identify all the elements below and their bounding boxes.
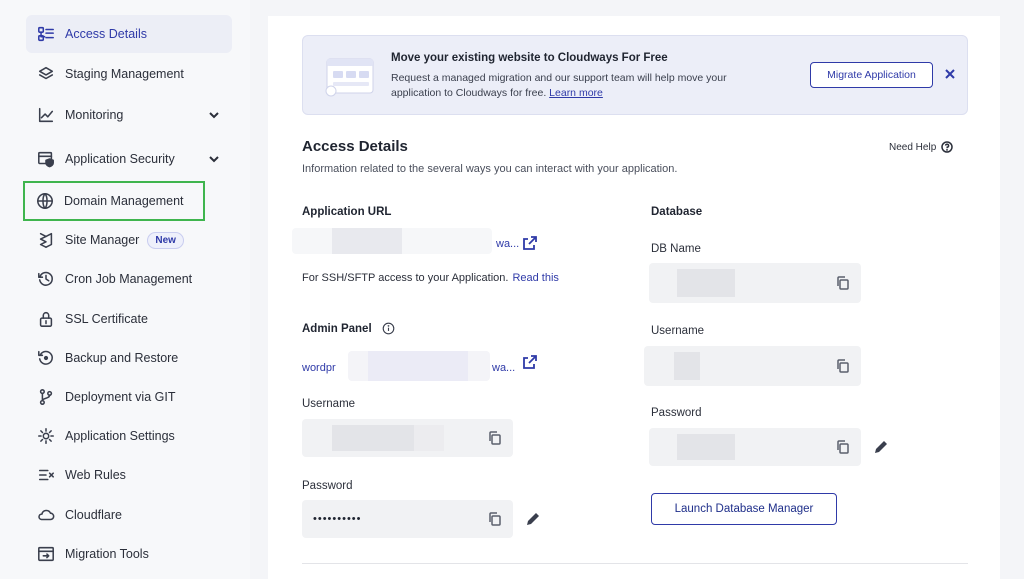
sidebar-item-cloudflare[interactable]: Cloudflare xyxy=(26,496,232,534)
site-manager-icon xyxy=(36,230,56,250)
admin-panel-url-prefix[interactable]: wordpr xyxy=(302,362,336,374)
sidebar-item-ssl-certificate[interactable]: SSL Certificate xyxy=(26,300,232,338)
clock-history-icon xyxy=(36,269,56,289)
admin-panel-title: Admin Panel xyxy=(302,323,372,335)
cloud-icon xyxy=(36,505,56,525)
edit-pencil-icon[interactable] xyxy=(525,511,541,527)
copy-icon[interactable] xyxy=(487,511,503,527)
www-globe-icon xyxy=(35,191,55,211)
sidebar-item-label: Migration Tools xyxy=(65,547,149,561)
sidebar-item-migration-tools[interactable]: Migration Tools xyxy=(26,535,232,573)
sidebar-item-web-rules[interactable]: Web Rules xyxy=(26,456,232,494)
banner-description: Request a managed migration and our supp… xyxy=(391,71,771,101)
db-name-label: DB Name xyxy=(651,243,701,255)
sidebar-item-label: Application Security xyxy=(65,152,175,166)
db-password-label: Password xyxy=(651,407,702,419)
sidebar-item-site-manager[interactable]: Site Manager New xyxy=(26,221,232,259)
learn-more-link[interactable]: Learn more xyxy=(549,87,603,99)
sidebar-item-application-security[interactable]: Application Security xyxy=(26,140,232,178)
db-username-label: Username xyxy=(651,325,705,337)
sidebar-item-label: Access Details xyxy=(65,27,147,41)
access-details-icon xyxy=(36,24,56,44)
migration-banner: Move your existing website to Cloudways … xyxy=(302,35,968,115)
backup-restore-icon xyxy=(36,348,56,368)
sidebar-item-deployment-via-git[interactable]: Deployment via GIT xyxy=(26,378,232,416)
read-this-link[interactable]: Read this xyxy=(512,272,558,284)
application-url-suffix[interactable]: wa... xyxy=(496,238,519,250)
info-icon[interactable] xyxy=(382,322,395,335)
copy-icon[interactable] xyxy=(835,275,851,291)
rules-icon xyxy=(36,465,56,485)
db-username-field[interactable] xyxy=(644,346,861,386)
new-badge: New xyxy=(147,231,184,249)
application-url-title: Application URL xyxy=(302,206,392,218)
sidebar-item-monitoring[interactable]: Monitoring xyxy=(26,96,232,134)
security-shield-icon xyxy=(36,149,56,169)
lock-icon xyxy=(36,309,56,329)
close-icon[interactable] xyxy=(943,67,957,81)
need-help-label: Need Help xyxy=(889,141,937,153)
chevron-down-icon[interactable] xyxy=(208,108,220,120)
git-branch-icon xyxy=(36,387,56,407)
sidebar-item-label: Cron Job Management xyxy=(65,272,193,286)
edit-pencil-icon[interactable] xyxy=(873,439,889,455)
admin-panel-url-redacted xyxy=(348,351,490,381)
migration-illustration-icon xyxy=(325,55,377,99)
admin-panel-url-suffix[interactable]: wa... xyxy=(492,362,515,374)
layers-icon xyxy=(36,64,56,84)
copy-icon[interactable] xyxy=(835,439,851,455)
gear-icon xyxy=(36,426,56,446)
ssh-note: For SSH/SFTP access to your Application.… xyxy=(302,272,559,284)
external-link-icon[interactable] xyxy=(522,354,538,370)
sidebar-item-staging-management[interactable]: Staging Management xyxy=(26,55,232,93)
page-description: Information related to the several ways … xyxy=(302,163,678,175)
sidebar-item-label: Web Rules xyxy=(65,468,126,482)
ssh-note-text: For SSH/SFTP access to your Application. xyxy=(302,272,509,284)
banner-title: Move your existing website to Cloudways … xyxy=(391,52,668,64)
sidebar-item-label: Backup and Restore xyxy=(65,351,179,365)
launch-database-manager-button[interactable]: Launch Database Manager xyxy=(651,493,837,525)
migration-icon xyxy=(36,544,56,564)
copy-icon[interactable] xyxy=(487,430,503,446)
username-field[interactable] xyxy=(302,419,513,457)
db-name-field[interactable] xyxy=(649,263,861,303)
username-label: Username xyxy=(302,398,356,410)
sidebar-item-label: Site Manager xyxy=(65,233,140,247)
sidebar-item-domain-management[interactable]: Domain Management xyxy=(23,181,205,221)
page-title: Access Details xyxy=(302,138,408,155)
sidebar: Access Details Staging Management Monito… xyxy=(0,0,250,579)
sidebar-item-label: Cloudflare xyxy=(65,508,122,522)
need-help-link[interactable]: Need Help xyxy=(889,141,954,153)
sidebar-item-backup-and-restore[interactable]: Backup and Restore xyxy=(26,339,232,377)
sidebar-item-label: Monitoring xyxy=(65,108,124,122)
database-title: Database xyxy=(651,206,703,218)
migrate-application-button[interactable]: Migrate Application xyxy=(810,62,933,88)
password-label: Password xyxy=(302,480,353,492)
sidebar-item-label: Deployment via GIT xyxy=(65,390,176,404)
admin-panel-title-text: Admin Panel xyxy=(302,323,372,335)
help-circle-icon xyxy=(941,141,954,153)
db-password-field[interactable] xyxy=(649,428,861,466)
password-value: •••••••••• xyxy=(313,513,362,525)
main-panel: Move your existing website to Cloudways … xyxy=(268,16,1000,579)
sidebar-item-access-details[interactable]: Access Details xyxy=(26,15,232,53)
divider xyxy=(302,563,968,564)
sidebar-item-label: SSL Certificate xyxy=(65,312,148,326)
sidebar-item-label: Domain Management xyxy=(64,194,184,208)
sidebar-item-label: Application Settings xyxy=(65,429,175,443)
chevron-down-icon[interactable] xyxy=(208,152,220,164)
line-chart-icon xyxy=(36,105,56,125)
external-link-icon[interactable] xyxy=(522,235,538,251)
sidebar-item-application-settings[interactable]: Application Settings xyxy=(26,417,232,455)
sidebar-item-cron-job-management[interactable]: Cron Job Management xyxy=(26,260,232,298)
copy-icon[interactable] xyxy=(835,358,851,374)
sidebar-item-label: Staging Management xyxy=(65,67,184,81)
application-url-redacted xyxy=(292,228,492,254)
